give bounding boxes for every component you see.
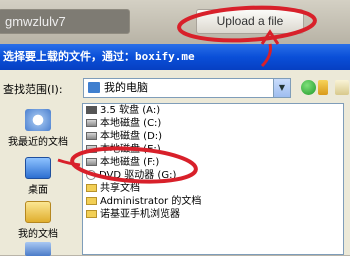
filename-field[interactable]: gmwzlulv7 <box>0 9 130 34</box>
list-item[interactable]: 本地磁盘 (D:) <box>86 130 162 143</box>
new-folder-icon[interactable] <box>335 80 349 95</box>
look-in-dropdown[interactable]: 我的电脑 ▼ <box>83 78 291 98</box>
place-desktop[interactable]: 桌面 <box>0 157 76 196</box>
up-folder-icon[interactable] <box>318 80 328 95</box>
computer-icon <box>88 82 100 93</box>
list-item[interactable]: 诺基亚手机浏览器 <box>86 208 180 221</box>
list-item[interactable]: 本地磁盘 (C:) <box>86 117 161 130</box>
drive-icon <box>86 119 97 127</box>
my-documents-icon <box>25 201 51 223</box>
drive-icon <box>86 145 97 153</box>
dvd-icon <box>86 170 96 180</box>
web-top-bar: gmwzlulv7 Upload a file <box>0 0 350 42</box>
list-item[interactable]: DVD 驱动器 (G:) <box>86 169 176 182</box>
file-list: 3.5 软盘 (A:) 本地磁盘 (C:) 本地磁盘 (D:) 本地磁盘 (E:… <box>82 103 344 255</box>
my-computer-icon[interactable] <box>25 242 51 256</box>
places-bar: 我最近的文档 桌面 我的文档 <box>0 104 76 256</box>
list-item[interactable]: 本地磁盘 (E:) <box>86 143 161 156</box>
list-item[interactable]: 本地磁盘 (F:) <box>86 156 159 169</box>
dialog-title-site: boxify.me <box>135 50 195 63</box>
place-label: 我最近的文档 <box>8 137 68 148</box>
dialog-title: 选择要上载的文件，通过： <box>3 50 135 63</box>
desktop-icon <box>25 157 51 179</box>
place-label: 桌面 <box>28 185 48 196</box>
back-icon[interactable] <box>301 80 316 95</box>
list-item[interactable]: 3.5 软盘 (A:) <box>86 104 160 117</box>
list-item[interactable]: Administrator 的文档 <box>86 195 201 208</box>
recent-documents-icon <box>25 109 51 131</box>
chevron-down-icon[interactable]: ▼ <box>273 79 290 97</box>
folder-icon <box>86 197 97 205</box>
upload-file-button[interactable]: Upload a file <box>196 9 304 34</box>
list-item[interactable]: 共享文档 <box>86 182 140 195</box>
drive-icon <box>86 132 97 140</box>
file-upload-dialog: 选择要上载的文件，通过：boxify.me 查找范围(I): 我的电脑 ▼ 我最… <box>0 44 350 256</box>
folder-icon <box>86 184 97 192</box>
place-my-documents[interactable]: 我的文档 <box>0 201 76 240</box>
look-in-value: 我的电脑 <box>104 81 148 94</box>
place-recent-documents[interactable]: 我最近的文档 <box>0 109 76 148</box>
place-label: 我的文档 <box>18 229 58 240</box>
folder-icon <box>86 210 97 218</box>
drive-icon <box>86 158 97 166</box>
look-in-label: 查找范围(I): <box>3 83 63 96</box>
floppy-icon <box>86 106 97 114</box>
dialog-titlebar: 选择要上载的文件，通过：boxify.me <box>0 44 350 70</box>
